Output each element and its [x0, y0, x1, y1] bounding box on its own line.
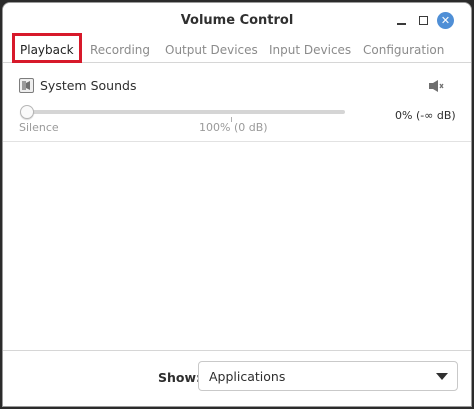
volume-readout: 0% (-∞ dB) [395, 109, 456, 122]
tab-recording[interactable]: Recording [90, 41, 150, 59]
hundred-percent-mark-label: 100% (0 dB) [199, 121, 268, 134]
volume-slider-handle[interactable] [20, 105, 34, 119]
show-dropdown-value: Applications [209, 369, 286, 384]
close-button[interactable]: ✕ [437, 12, 454, 29]
stream-row: System Sounds Silence 100% (0 dB) 0% (-∞… [3, 63, 471, 142]
volume-slider-track[interactable] [21, 110, 345, 114]
titlebar: Volume Control ✕ [3, 3, 471, 37]
minimize-icon [396, 22, 406, 25]
close-icon: ✕ [440, 14, 451, 27]
speaker-muted-icon[interactable] [428, 79, 444, 93]
minimize-button[interactable] [393, 12, 409, 28]
maximize-button[interactable] [415, 12, 431, 28]
playback-stream-list: System Sounds Silence 100% (0 dB) 0% (-∞… [3, 63, 471, 350]
stream-name: System Sounds [40, 78, 137, 93]
tab-output-devices[interactable]: Output Devices [165, 41, 258, 59]
tab-configuration[interactable]: Configuration [363, 41, 444, 59]
application-icon [19, 78, 34, 93]
volume-control-window: Volume Control ✕ Playback Recording Outp… [2, 2, 472, 407]
silence-mark-label: Silence [19, 121, 59, 134]
footer-bar: Show: Applications [3, 350, 471, 406]
show-label: Show: [158, 370, 202, 385]
tab-input-devices[interactable]: Input Devices [269, 41, 351, 59]
maximize-icon [418, 15, 428, 25]
playback-tab-highlight [12, 33, 82, 63]
dropdown-arrow-icon [436, 373, 448, 380]
show-dropdown[interactable]: Applications [198, 361, 458, 391]
